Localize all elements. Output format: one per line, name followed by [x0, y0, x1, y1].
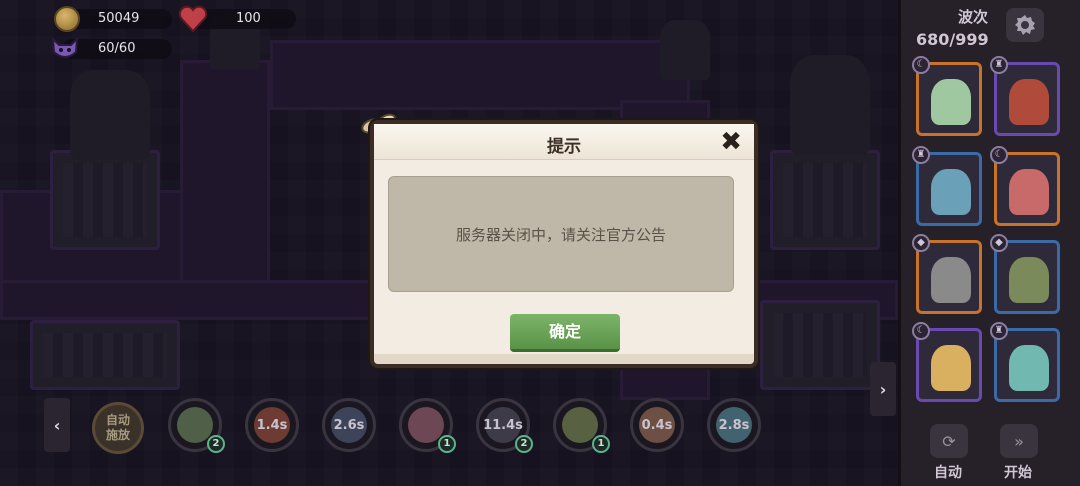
hero-card[interactable] [916, 328, 982, 402]
hero-card[interactable] [916, 240, 982, 314]
dialog-footer [374, 354, 754, 364]
skill-portrait [177, 407, 213, 443]
skill-slot[interactable]: 2 [168, 398, 225, 453]
skill-slot[interactable]: 1.4s [245, 398, 299, 452]
confirm-button[interactable]: 确定 [510, 314, 620, 352]
skill-slot[interactable]: 1 [399, 398, 456, 453]
hero-sprite [1009, 257, 1049, 303]
trophy-icon: ♜ [990, 56, 1008, 74]
hero-sprite [931, 169, 971, 215]
skill-cooldown: 2.8s [718, 417, 750, 433]
dialog-message: 服务器关闭中，请关注官方公告 [455, 225, 666, 244]
skill-slot[interactable]: 1 [553, 398, 610, 453]
hero-sprite [1009, 79, 1049, 125]
hero-card[interactable] [916, 62, 982, 136]
settings-button[interactable] [1006, 8, 1044, 42]
heart-icon [178, 5, 208, 33]
fast-forward-icon: » [1014, 431, 1024, 451]
hero-card[interactable] [994, 328, 1060, 402]
start-label: 开始 [1004, 465, 1032, 481]
wave-label: 波次 [958, 8, 989, 26]
hero-card[interactable] [994, 152, 1060, 226]
skill-level-badge: 2 [207, 435, 225, 453]
skill-level-badge: 1 [592, 435, 610, 453]
skill-portrait [408, 407, 444, 443]
close-button[interactable]: ✖ [720, 128, 742, 156]
hero-sprite [931, 79, 971, 125]
auto-cast-button[interactable]: 自动 施放 [92, 402, 144, 454]
panel-toggle-arrow[interactable]: › [870, 362, 896, 416]
units-value: 60/60 [98, 41, 136, 56]
skill-level-badge: 1 [438, 435, 456, 453]
hero-card[interactable] [994, 62, 1060, 136]
wave-count: 680/999 [916, 30, 989, 49]
moon-icon: ☾ [990, 146, 1008, 164]
hero-sprite [1009, 345, 1049, 391]
dialog-message-box: 服务器关闭中，请关注官方公告 [388, 176, 734, 292]
skill-level-badge: 2 [515, 435, 533, 453]
refresh-icon: ⟳ [942, 431, 956, 451]
skill-cooldown: 2.6s [333, 417, 365, 433]
moon-icon: ☾ [912, 322, 930, 340]
skill-slot[interactable]: 2.8s [707, 398, 761, 452]
skill-cooldown: 11.4s [483, 417, 523, 433]
diamond-icon: ◆ [990, 234, 1008, 252]
auto-label: 自动 [934, 465, 962, 481]
skill-cooldown: 0.4s [641, 417, 673, 433]
coin-icon [54, 6, 80, 32]
hero-card[interactable] [994, 240, 1060, 314]
start-button[interactable]: » [1000, 424, 1038, 458]
hero-sprite [931, 257, 971, 303]
moon-icon: ☾ [912, 56, 930, 74]
trophy-icon: ♜ [912, 146, 930, 164]
skill-cooldown: 1.4s [256, 417, 288, 433]
close-icon: ✖ [720, 127, 742, 157]
skill-slot[interactable]: 0.4s [630, 398, 684, 452]
dialog-title: 提示 [547, 137, 581, 157]
diamond-icon: ◆ [912, 234, 930, 252]
gear-icon [1015, 15, 1035, 35]
health-value: 100 [236, 11, 261, 26]
hero-sprite [1009, 169, 1049, 215]
skill-slot[interactable]: 2.6s [322, 398, 376, 452]
auto-cast-label-line2: 施放 [105, 428, 130, 442]
hero-sprite [931, 345, 971, 391]
gold-value: 50049 [98, 11, 140, 26]
dialog-header: 提示 ✖ [374, 124, 754, 160]
skill-slot[interactable]: 11.4s 2 [476, 398, 533, 453]
skill-bar-left-arrow[interactable]: ‹ [44, 398, 70, 452]
auto-button[interactable]: ⟳ [930, 424, 968, 458]
auto-cast-label-line1: 自动 [105, 413, 130, 427]
demon-mask-icon [51, 36, 79, 58]
trophy-icon: ♜ [990, 322, 1008, 340]
hero-card[interactable] [916, 152, 982, 226]
skill-portrait [562, 407, 598, 443]
notice-dialog: 提示 ✖ 服务器关闭中，请关注官方公告 确定 [370, 120, 758, 368]
